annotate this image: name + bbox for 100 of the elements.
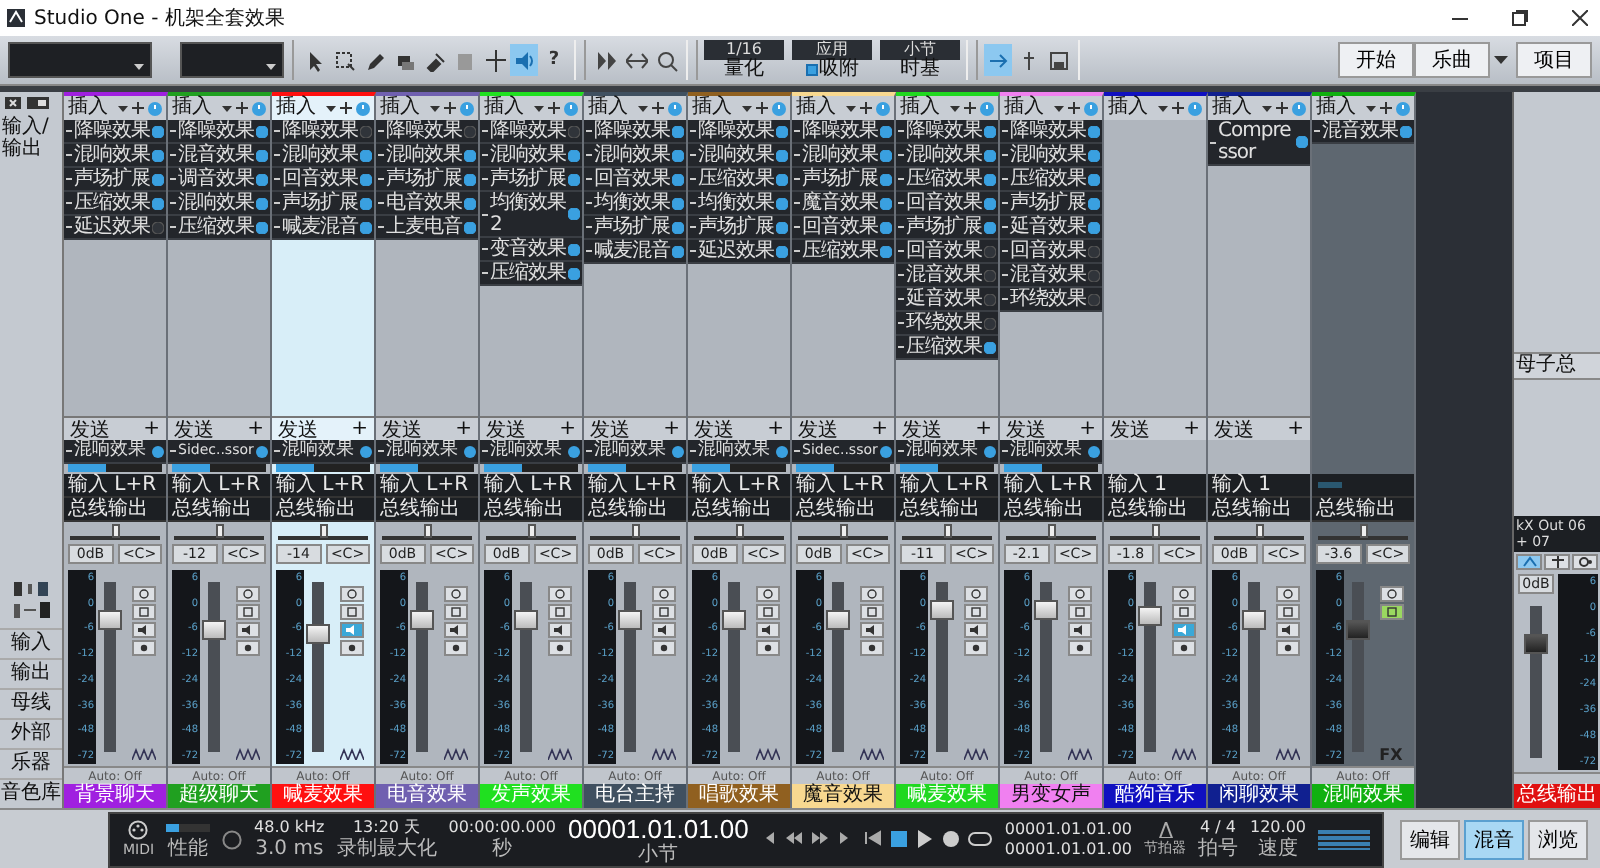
caret-icon[interactable]: [1054, 105, 1064, 111]
caret-icon[interactable]: [326, 105, 336, 111]
channel-name[interactable]: 喊麦效果: [272, 784, 374, 808]
nav-button[interactable]: 开始: [1338, 42, 1414, 78]
output-selector[interactable]: 总线输出: [1208, 498, 1310, 522]
power-icon[interactable]: [776, 173, 788, 185]
input-selector[interactable]: 输入 1: [1208, 474, 1310, 498]
insert-slot[interactable]: 回音效果: [792, 216, 894, 240]
insert-slot[interactable]: 延音效果: [896, 288, 998, 312]
pan-slider[interactable]: [70, 524, 160, 540]
waveform-icon[interactable]: [443, 748, 467, 760]
layout-icon[interactable]: [26, 96, 50, 110]
output-selector[interactable]: 总线输出: [376, 498, 478, 522]
send-level-bar[interactable]: [380, 464, 474, 472]
waveform-icon[interactable]: [339, 748, 363, 760]
insert-slot[interactable]: 喊麦混音: [584, 240, 686, 264]
caret-icon[interactable]: [1366, 105, 1376, 111]
caret-icon[interactable]: [534, 105, 544, 111]
send-slot[interactable]: 混响效果: [688, 440, 790, 464]
send-slot[interactable]: 混响效果: [896, 440, 998, 464]
channel-name[interactable]: 电台主持: [584, 784, 686, 808]
power-icon[interactable]: [984, 173, 996, 185]
power-icon[interactable]: [1088, 221, 1100, 233]
waveform-icon[interactable]: [651, 748, 675, 760]
view-tab[interactable]: 混音: [1464, 819, 1524, 859]
caret-icon[interactable]: [846, 105, 856, 111]
solo-button[interactable]: [1067, 604, 1091, 620]
power-icon[interactable]: [568, 149, 580, 161]
insert-slot[interactable]: Compressor: [1208, 120, 1310, 166]
solo-button[interactable]: [1171, 604, 1195, 620]
output-selector[interactable]: 总线输出: [64, 498, 166, 522]
monitor-button[interactable]: [963, 622, 987, 638]
input-selector[interactable]: 输入 L+R: [480, 474, 582, 498]
record-button[interactable]: [1067, 640, 1091, 656]
fader-thumb[interactable]: [722, 609, 746, 630]
insert-slot[interactable]: 混响效果: [64, 144, 166, 168]
send-slot[interactable]: 混响效果: [272, 440, 374, 464]
power-icon[interactable]: [464, 197, 476, 209]
caret-icon[interactable]: [1494, 56, 1508, 64]
display-value[interactable]: 应用: [792, 40, 872, 60]
range-icon[interactable]: [333, 49, 355, 71]
output-selector[interactable]: 总线输出: [480, 498, 582, 522]
add-icon[interactable]: [1172, 102, 1184, 114]
waveform-icon[interactable]: [859, 748, 883, 760]
caret-icon[interactable]: [430, 105, 440, 111]
mute-button[interactable]: [235, 586, 259, 602]
insert-slot[interactable]: 上麦电音: [376, 216, 478, 240]
loop-end[interactable]: 00001.01.01.00: [1004, 839, 1132, 859]
insert-slot[interactable]: 变音效果: [480, 238, 582, 262]
power-icon[interactable]: [256, 149, 268, 161]
insert-slot[interactable]: 压缩效果: [896, 336, 998, 360]
output-selector[interactable]: 总线输出: [1312, 498, 1414, 522]
power-icon[interactable]: [256, 197, 268, 209]
insert-slot[interactable]: 降噪效果: [64, 120, 166, 144]
loop-icon[interactable]: [968, 830, 993, 848]
stop-icon[interactable]: [890, 830, 909, 848]
insert-slot[interactable]: 延迟效果: [64, 216, 166, 240]
insert-slot[interactable]: 回音效果: [896, 240, 998, 264]
fader-thumb[interactable]: [306, 623, 330, 643]
input-selector[interactable]: 输入 L+R: [376, 474, 478, 498]
pan-slider[interactable]: [1006, 524, 1096, 540]
mute-button[interactable]: [963, 586, 987, 602]
send-slot[interactable]: 混响效果: [1000, 440, 1102, 464]
output-selector[interactable]: 总线输出: [1000, 498, 1102, 522]
send-slot[interactable]: 混响效果: [480, 440, 582, 464]
send-level-bar[interactable]: [1004, 464, 1098, 472]
record-button[interactable]: [755, 640, 779, 656]
send-slot[interactable]: 混响效果: [376, 440, 478, 464]
insert-slot[interactable]: 均衡效果: [688, 192, 790, 216]
insert-slot[interactable]: 声场扩展: [584, 216, 686, 240]
panel-item[interactable]: 乐器: [0, 748, 62, 778]
power-icon[interactable]: [360, 445, 372, 457]
channel-name[interactable]: 总线输出: [1514, 784, 1600, 808]
power-icon[interactable]: [152, 149, 164, 161]
mute-button[interactable]: [755, 586, 779, 602]
nav-button[interactable]: 乐曲: [1414, 42, 1490, 78]
input-selector[interactable]: 输入 L+R: [584, 474, 686, 498]
input-selector[interactable]: 输入 L+R: [792, 474, 894, 498]
insert-slot[interactable]: 压缩效果: [168, 216, 270, 240]
pan-slider[interactable]: [486, 524, 576, 540]
waveform-icon[interactable]: [1275, 748, 1299, 760]
power-icon[interactable]: [776, 197, 788, 209]
insert-slot[interactable]: 压缩效果: [792, 240, 894, 264]
add-button[interactable]: +: [143, 418, 160, 440]
pan-slider[interactable]: [1318, 524, 1408, 540]
power-icon[interactable]: [256, 125, 268, 137]
solo-button[interactable]: [131, 604, 155, 620]
send-level-bar[interactable]: [588, 464, 682, 472]
insert-slot[interactable]: 调音效果: [168, 168, 270, 192]
output-selector[interactable]: 总线输出: [688, 498, 790, 522]
panel-item[interactable]: 输入: [0, 628, 62, 658]
insert-slot[interactable]: 电音效果: [376, 192, 478, 216]
view-tab[interactable]: 浏览: [1528, 819, 1588, 859]
insert-slot[interactable]: 声场扩展: [1000, 192, 1102, 216]
insert-slot[interactable]: 声场扩展: [480, 168, 582, 192]
send-level-bar[interactable]: [796, 464, 890, 472]
input-selector[interactable]: 输入 L+R: [168, 474, 270, 498]
panel-item[interactable]: 输出: [0, 658, 62, 688]
channel-name[interactable]: 男变女声: [1000, 784, 1102, 808]
fader-thumb[interactable]: [1242, 609, 1266, 630]
